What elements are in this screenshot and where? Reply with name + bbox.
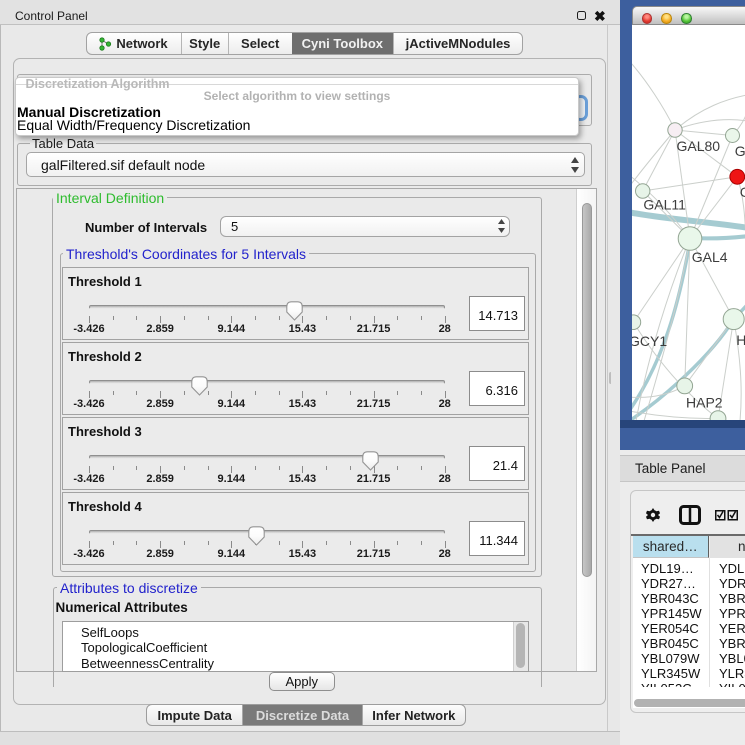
- svg-text:GCY1: GCY1: [632, 333, 667, 349]
- svg-text:GAL80: GAL80: [677, 138, 721, 154]
- svg-text:GAL4: GAL4: [692, 249, 728, 265]
- svg-text:HAP2: HAP2: [686, 395, 723, 411]
- svg-text:C: C: [740, 184, 745, 200]
- svg-text:GA: GA: [735, 143, 745, 159]
- svg-text:GAL11: GAL11: [643, 197, 686, 213]
- svg-text:HI: HI: [736, 332, 745, 348]
